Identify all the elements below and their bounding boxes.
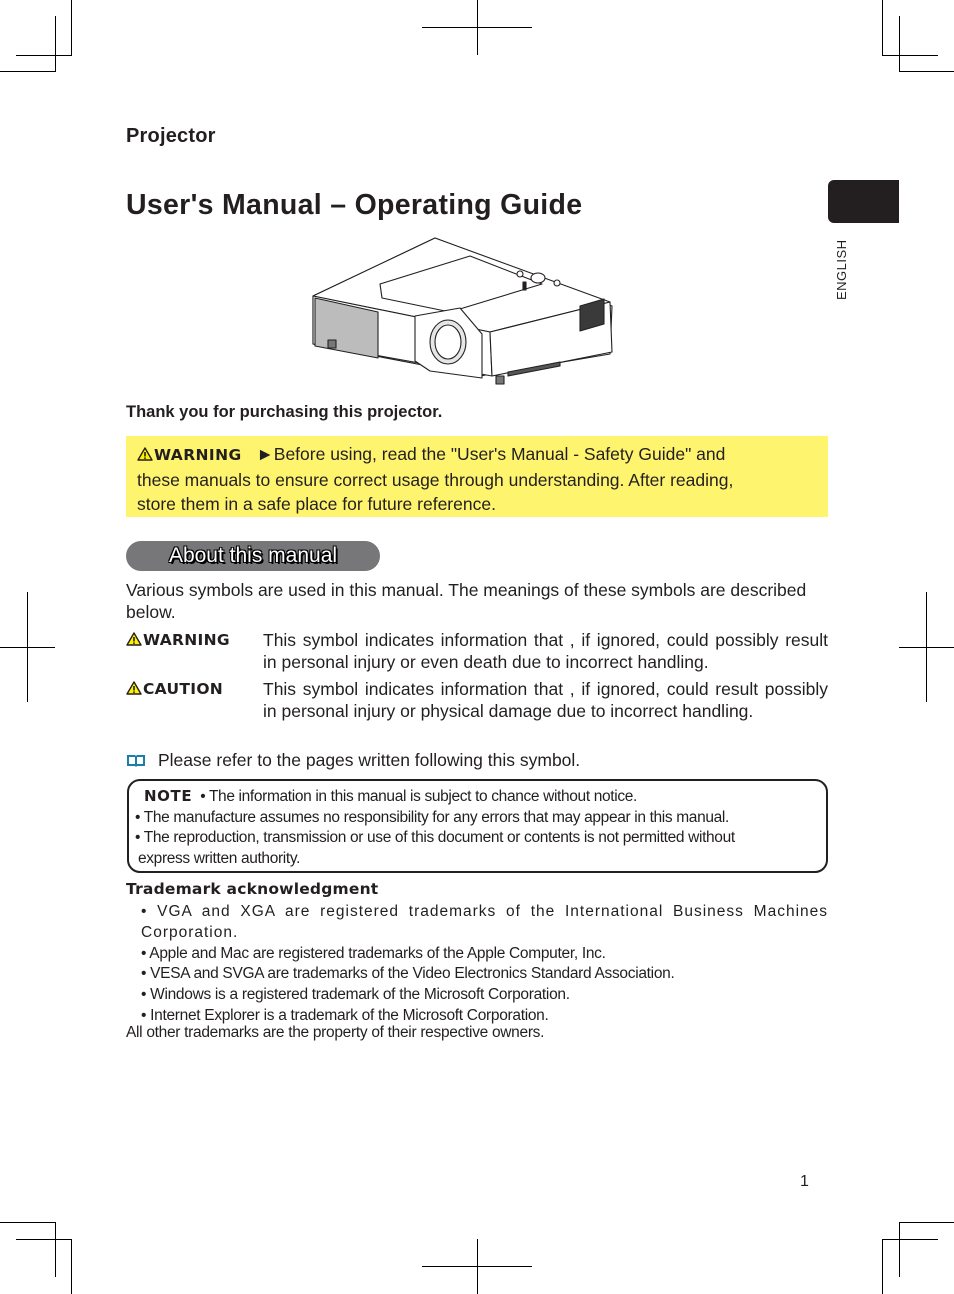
crop-mark: [899, 16, 900, 72]
reference-symbol-row: Please refer to the pages written follow…: [126, 749, 580, 771]
note-line: express written authority.: [138, 850, 301, 868]
note-box: NOTE • The information in this manual is …: [127, 779, 828, 873]
warning-label: WARNING: [154, 446, 242, 464]
crop-mark: [899, 1222, 900, 1277]
page-title: User's Manual – Operating Guide: [126, 189, 583, 221]
trademark-item: • Apple and Mac are registered trademark…: [141, 945, 606, 962]
symbol-definition-warning: WARNING This symbol indicates informatio…: [126, 629, 828, 673]
symbol-term: CAUTION: [126, 678, 223, 700]
arrow-icon: ►: [256, 444, 274, 464]
symbol-definition-caution: CAUTION This symbol indicates informatio…: [126, 678, 828, 744]
note-text: • The information in this manual is subj…: [200, 788, 637, 805]
trademark-heading: Trademark acknowledgment: [126, 880, 379, 898]
projector-illustration: [312, 237, 613, 385]
thanks-message: Thank you for purchasing this projector.: [126, 403, 443, 421]
crop-mark: [882, 55, 938, 56]
reference-text: Please refer to the pages written follow…: [158, 750, 581, 770]
crop-mark: [55, 1222, 56, 1277]
crop-mark: [71, 0, 72, 56]
registration-mark: [0, 647, 55, 648]
note-line: • The manufacture assumes no responsibil…: [135, 808, 729, 826]
crop-mark: [882, 0, 883, 56]
about-intro: Various symbols are used in this manual.…: [126, 580, 807, 622]
warning-triangle-icon: [137, 447, 153, 461]
warning-line-3: store them in a safe place for future re…: [137, 494, 496, 514]
registration-mark: [422, 27, 532, 28]
crop-mark: [882, 1239, 883, 1294]
crop-mark: [55, 16, 56, 72]
crop-mark: [0, 1222, 56, 1223]
language-tab: [828, 180, 899, 223]
crop-mark: [16, 1239, 72, 1240]
crop-mark: [882, 1239, 938, 1240]
symbol-term: WARNING: [126, 629, 230, 651]
page-number: 1: [800, 1173, 809, 1190]
warning-triangle-icon: [126, 681, 142, 695]
note-line: NOTE • The information in this manual is …: [138, 786, 817, 808]
note-label: NOTE: [144, 787, 193, 805]
trademark-item: • VGA and XGA are registered trademarks …: [141, 903, 828, 941]
symbol-description: This symbol indicates information that ,…: [263, 679, 828, 721]
symbol-term-label: WARNING: [143, 631, 230, 649]
registration-mark: [899, 647, 954, 648]
trademark-item: • Internet Explorer is a trademark of th…: [141, 1007, 549, 1024]
warning-text: Before using, read the "User's Manual - …: [273, 444, 726, 464]
safety-warning-box: WARNING ►Before using, read the "User's …: [126, 436, 828, 517]
book-icon: [127, 755, 145, 767]
section-heading-about: About this manual: [126, 541, 380, 571]
crop-mark: [899, 1222, 954, 1223]
trademark-item: • Windows is a registered trademark of t…: [141, 986, 570, 1003]
trademark-footer: All other trademarks are the property of…: [126, 1024, 545, 1041]
symbol-term-label: CAUTION: [143, 680, 224, 698]
note-line: • The reproduction, transmission or use …: [135, 829, 735, 847]
registration-mark: [422, 1266, 532, 1267]
language-label: ENGLISH: [834, 239, 849, 300]
warning-line-1: WARNING ►Before using, read the "User's …: [137, 442, 816, 468]
trademark-item: • VESA and SVGA are trademarks of the Vi…: [141, 965, 675, 982]
crop-mark: [16, 55, 72, 56]
crop-mark: [0, 71, 56, 72]
warning-line-2: these manuals to ensure correct usage th…: [137, 469, 734, 490]
product-label: Projector: [126, 125, 216, 147]
crop-mark: [71, 1239, 72, 1294]
section-heading-text: About this manual: [168, 544, 338, 567]
crop-mark: [899, 71, 954, 72]
symbol-description: This symbol indicates information that ,…: [263, 630, 828, 672]
warning-triangle-icon: [126, 632, 142, 646]
